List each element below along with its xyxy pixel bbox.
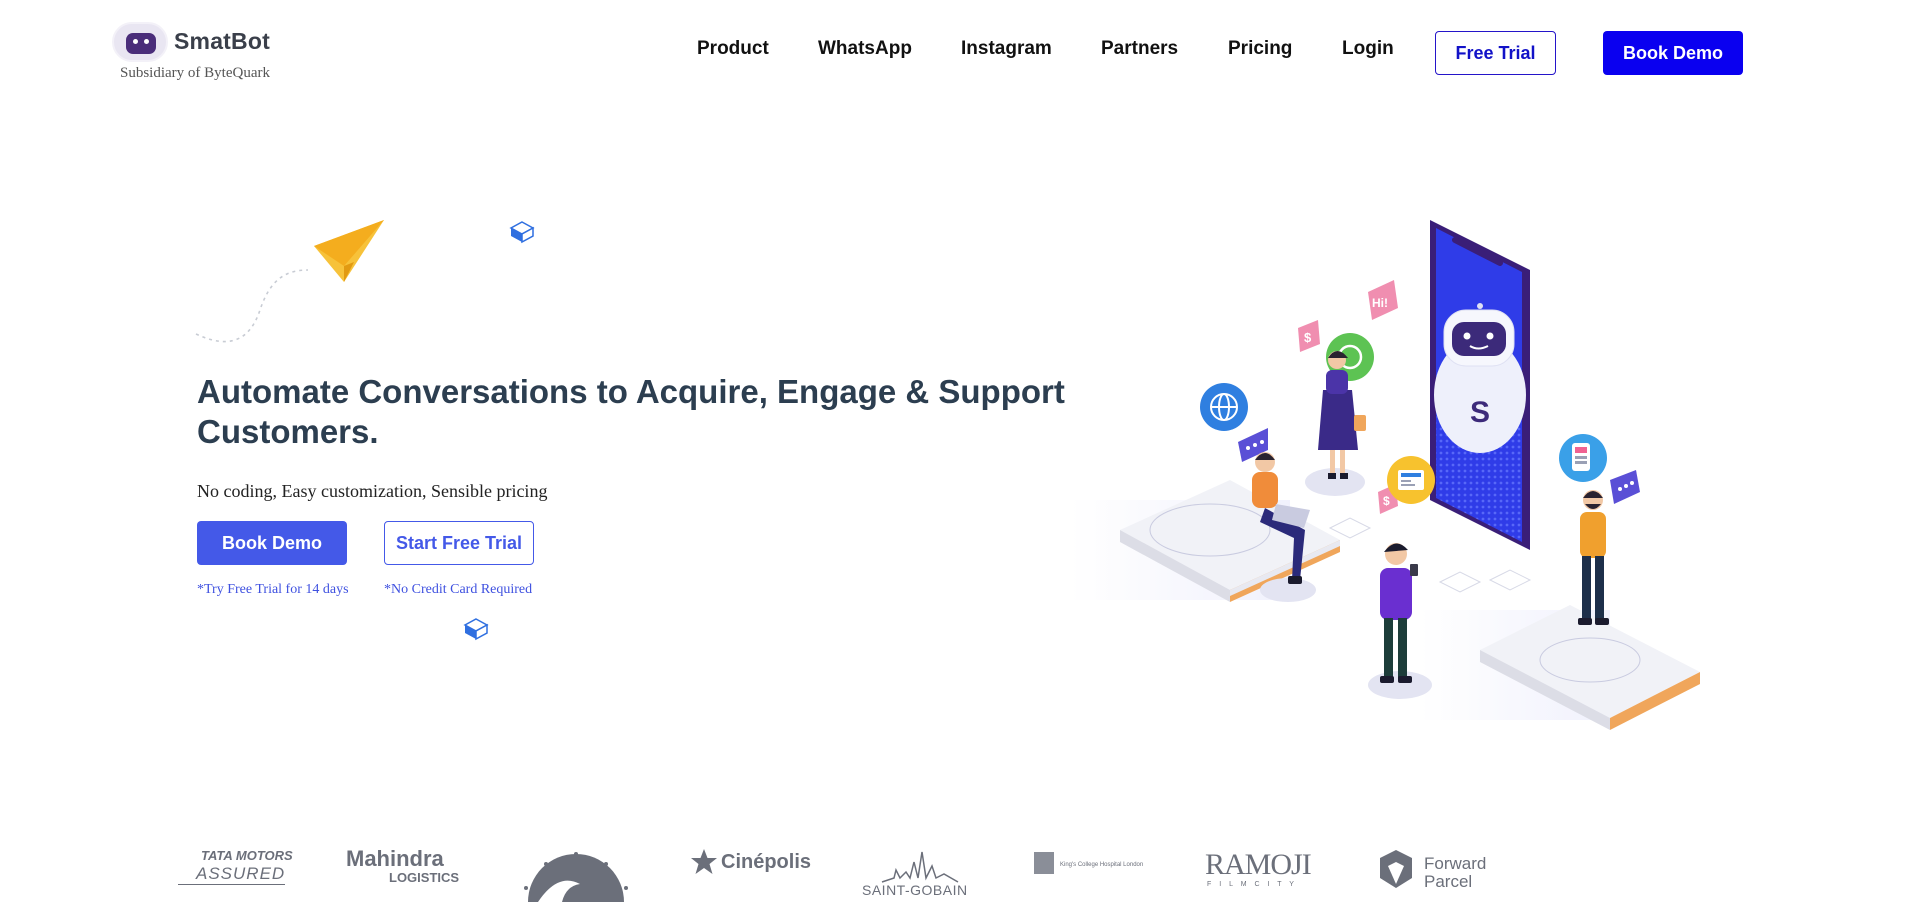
- brand-tagline: Subsidiary of ByteQuark: [120, 65, 270, 81]
- client-logos: TATA MOTORS ASSURED Mahindra LOGISTICS C…: [0, 840, 1906, 902]
- cube-decoration-icon: [509, 221, 535, 244]
- hero-illustration: S Hi! $ $: [1070, 220, 1700, 730]
- logo-forward-parcel-line2: Parcel: [1424, 872, 1473, 891]
- logo-kings-college: King's College Hospital London: [1060, 862, 1144, 868]
- phone-app-icon: [1559, 434, 1607, 482]
- start-free-trial-button[interactable]: Start Free Trial: [384, 521, 534, 565]
- credit-card-note: *No Credit Card Required: [384, 582, 533, 597]
- logo-tata-motors-line2: ASSURED: [178, 864, 286, 885]
- trial-note: *Try Free Trial for 14 days: [197, 582, 349, 597]
- nav-product[interactable]: Product: [697, 38, 769, 60]
- paper-plane-icon: [195, 220, 384, 343]
- dollar-chat-icon: $: [1298, 320, 1320, 352]
- svg-text:S: S: [1470, 396, 1490, 429]
- logo-tata-motors-line1: TATA MOTORS: [201, 848, 293, 863]
- nav-pricing[interactable]: Pricing: [1228, 38, 1292, 60]
- saint-gobain-skyline-icon: [881, 851, 959, 883]
- cinepolis-star-icon: [691, 849, 717, 874]
- logo-ramoji-line1: RAMOJI: [1205, 848, 1312, 881]
- svg-text:$: $: [1304, 330, 1312, 345]
- book-demo-button[interactable]: Book Demo: [197, 521, 347, 565]
- logo-mahindra-line2: LOGISTICS: [389, 870, 460, 885]
- nav-instagram[interactable]: Instagram: [961, 38, 1052, 60]
- free-trial-button[interactable]: Free Trial: [1435, 31, 1556, 75]
- chat-bubble-icon: [1610, 470, 1640, 504]
- svg-text:Hi!: Hi!: [1372, 296, 1388, 310]
- nav-whatsapp[interactable]: WhatsApp: [818, 38, 912, 60]
- logo-ramoji-line2: F I L M C I T Y: [1207, 881, 1297, 888]
- cube-decoration-icon: [463, 618, 489, 641]
- hi-speech-bubble-icon: Hi!: [1368, 280, 1398, 320]
- wave-emblem-logo-icon: [524, 852, 628, 902]
- logo-forward-parcel-line1: Forward: [1424, 854, 1487, 873]
- kings-college-crest-icon: [1034, 852, 1054, 874]
- brand-logo[interactable]: SmatBot Subsidiary of ByteQuark: [112, 20, 312, 84]
- hero-subtitle: No coding, Easy customization, Sensible …: [197, 481, 548, 501]
- logo-saint-gobain: SAINT-GOBAIN: [862, 882, 968, 898]
- brand-name: SmatBot: [174, 28, 270, 54]
- bearded-man-figure-icon: [1578, 490, 1609, 625]
- nav-partners[interactable]: Partners: [1101, 38, 1178, 60]
- nav-login[interactable]: Login: [1342, 38, 1394, 60]
- robot-icon: S: [1434, 303, 1526, 453]
- robot-logo-icon: [112, 22, 168, 62]
- news-icon: [1387, 456, 1435, 504]
- forward-parcel-cube-icon: [1380, 850, 1412, 888]
- site-header: SmatBot Subsidiary of ByteQuark Product …: [0, 0, 1906, 100]
- book-demo-nav-button[interactable]: Book Demo: [1603, 31, 1743, 75]
- logo-mahindra-line1: Mahindra: [346, 846, 444, 871]
- svg-text:$: $: [1383, 494, 1390, 508]
- hero-title: Automate Conversations to Acquire, Engag…: [197, 373, 1065, 450]
- logo-cinepolis: Cinépolis: [721, 851, 812, 873]
- globe-icon: [1200, 383, 1248, 431]
